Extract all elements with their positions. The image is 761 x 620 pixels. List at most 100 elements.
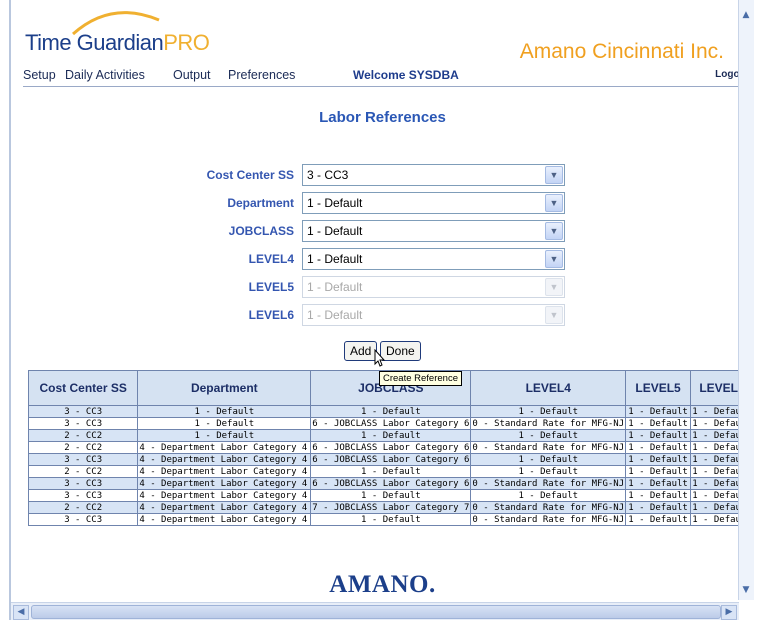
menu-daily-activities[interactable]: Daily Activities [65,68,145,82]
table-cell: 3 - CC3 [27,477,139,490]
table-cell: 4 - Department Labor Category 4 [137,477,312,490]
table-cell: 1 - Default [137,429,312,442]
table-row[interactable]: 3 - CC3 4 - Department Labor Category 46 … [27,453,754,466]
chevron-down-icon[interactable]: ▼ [545,250,563,268]
col-department[interactable]: Department [137,370,312,406]
table-row[interactable]: 3 - CC3 1 - Default 1 - Default 1 - Default… [27,405,754,418]
table-cell: 4 - Department Labor Category 4 [137,513,312,526]
logo-text: Time Guardian [25,30,164,55]
level4-label: LEVEL4 [248,252,294,266]
table-cell: 1 - Default [310,489,472,502]
chevron-down-icon: ▼ [545,278,563,296]
menu-preferences[interactable]: Preferences [228,68,295,82]
table-cell: 0 - Standard Rate for MFG-NJ [470,477,627,490]
scroll-left-icon[interactable]: ◀ [13,605,29,620]
level5-label: LEVEL5 [248,280,294,294]
table-row[interactable]: 2 - CC2 4 - Department Labor Category 47 … [27,501,754,514]
table-cell: 4 - Department Labor Category 4 [137,465,312,478]
table-cell: 1 - Default [625,489,691,502]
chevron-down-icon[interactable]: ▼ [545,194,563,212]
table-cell: 2 - CC2 [27,465,139,478]
table-cell: 1 - Default [470,453,627,466]
mouse-cursor-icon [374,349,386,367]
table-cell: 3 - CC3 [27,489,139,502]
table-cell: 1 - Default [625,453,691,466]
table-row[interactable]: 2 - CC2 4 - Department Labor Category 46 … [27,441,754,454]
table-cell: 2 - CC2 [27,441,139,454]
browser-frame: Time GuardianPRO Amano Cincinnati Inc. S… [9,0,754,620]
table-row[interactable]: 3 - CC3 1 - Default 6 - JOBCLASS Labor Cat… [27,417,754,430]
table-cell: 1 - Default [470,429,627,442]
table-cell: 0 - Standard Rate for MFG-NJ [470,501,627,514]
level5-select: 1 - Default ▼ [302,276,565,298]
department-select[interactable]: 1 - Default ▼ [302,192,565,214]
table-cell: 1 - Default [625,501,691,514]
table-cell: 1 - Default [310,405,472,418]
table-row[interactable]: 2 - CC2 4 - Department Labor Category 41 … [27,465,754,478]
table-cell: 6 - JOBCLASS Labor Category 6 [310,441,472,454]
chevron-down-icon[interactable]: ▼ [545,222,563,240]
logo-pro: PRO [163,30,210,55]
tooltip: Create Reference [379,371,462,386]
jobclass-select[interactable]: 1 - Default ▼ [302,220,565,242]
table-cell: 2 - CC2 [27,429,139,442]
table-cell: 1 - Default [137,405,312,418]
table-cell: 4 - Department Labor Category 4 [137,489,312,502]
table-row[interactable]: 3 - CC3 4 - Department Labor Category 41 … [27,513,754,526]
table-cell: 0 - Standard Rate for MFG-NJ [470,513,627,526]
table-cell: 1 - Default [310,513,472,526]
add-button[interactable]: Add [344,341,378,361]
table-cell: 6 - JOBCLASS Labor Category 6 [310,417,472,430]
chevron-down-icon[interactable]: ▼ [545,166,563,184]
horizontal-scrollbar[interactable]: ◀ ▶ [11,602,739,620]
table-cell: 3 - CC3 [27,417,139,430]
scroll-right-icon[interactable]: ▶ [721,605,737,620]
table-cell: 1 - Default [470,465,627,478]
table-cell: 1 - Default [137,417,312,430]
table-cell: 1 - Default [625,465,691,478]
level6-label: LEVEL6 [248,308,294,322]
scroll-thumb[interactable] [31,605,721,619]
table-cell: 1 - Default [625,513,691,526]
cost-center-select[interactable]: 3 - CC3 ▼ [302,164,565,186]
jobclass-row: JOBCLASS 1 - Default ▼ [11,220,754,242]
scroll-up-icon[interactable]: ▲ [741,10,751,20]
vertical-scrollbar[interactable]: ▲ ▼ [738,0,754,600]
table-cell: 7 - JOBCLASS Labor Category 7 [310,501,472,514]
table-cell: 0 - Standard Rate for MFG-NJ [470,441,627,454]
table-cell: 1 - Default [470,405,627,418]
table-cell: 6 - JOBCLASS Labor Category 6 [310,453,472,466]
table-cell: 2 - CC2 [27,501,139,514]
level4-row: LEVEL4 1 - Default ▼ [11,248,754,270]
table-cell: 1 - Default [625,417,691,430]
jobclass-label: JOBCLASS [228,224,294,238]
chevron-down-icon: ▼ [545,306,563,324]
col-cost-center[interactable]: Cost Center SS [27,370,139,406]
table-body: 3 - CC3 1 - Default 1 - Default 1 - Default… [27,405,754,526]
menu-bar: Setup Daily Activities Output Preference… [23,66,753,87]
table-cell: 1 - Default [625,477,691,490]
menu-output[interactable]: Output [173,68,211,82]
done-button[interactable]: Done [380,341,421,361]
cost-center-label: Cost Center SS [206,168,294,182]
level4-select[interactable]: 1 - Default ▼ [302,248,565,270]
table-cell: 3 - CC3 [27,453,139,466]
labor-references-table: Cost Center SS Department JOBCLASS LEVEL… [27,370,754,526]
table-cell: 1 - Default [470,489,627,502]
table-cell: 1 - Default [310,429,472,442]
table-cell: 1 - Default [625,441,691,454]
table-cell: 3 - CC3 [27,405,139,418]
col-level4[interactable]: LEVEL4 [470,370,627,406]
col-level5[interactable]: LEVEL5 [625,370,691,406]
scroll-down-icon[interactable]: ▼ [741,585,751,595]
table-row[interactable]: 3 - CC3 4 - Department Labor Category 41 … [27,489,754,502]
welcome-text: Welcome SYSDBA [353,68,459,82]
department-row: Department 1 - Default ▼ [11,192,754,214]
menu-setup[interactable]: Setup [23,68,56,82]
amano-footer-logo: AMANO. [329,571,436,598]
department-label: Department [227,196,294,210]
table-row[interactable]: 2 - CC2 1 - Default 1 - Default 1 - Default… [27,429,754,442]
table-cell: 1 - Default [310,465,472,478]
table-row[interactable]: 3 - CC3 4 - Department Labor Category 46 … [27,477,754,490]
table-cell: 3 - CC3 [27,513,139,526]
